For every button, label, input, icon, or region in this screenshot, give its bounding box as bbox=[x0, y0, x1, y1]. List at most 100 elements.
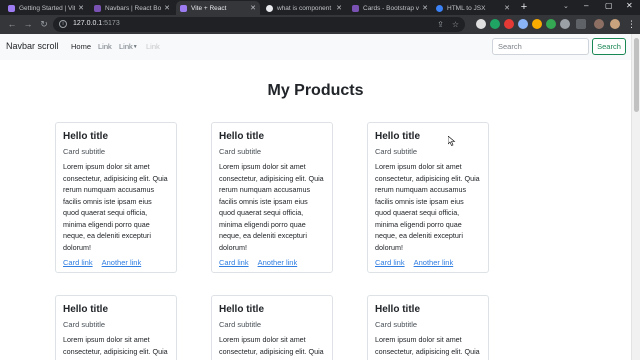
browser-tab[interactable]: Getting Started | Vite ✕ bbox=[4, 1, 88, 15]
tab-title: HTML to JSX bbox=[447, 4, 486, 12]
back-icon[interactable]: ← bbox=[6, 18, 18, 30]
tab-title: what is component in bbox=[277, 4, 334, 12]
extension-icon[interactable] bbox=[518, 19, 528, 29]
extensions-puzzle-icon[interactable] bbox=[560, 19, 570, 29]
card-subtitle: Card subtitle bbox=[219, 147, 262, 156]
browser-tab[interactable]: HTML to JSX ✕ bbox=[432, 1, 514, 15]
another-link[interactable]: Another link bbox=[102, 258, 142, 267]
card-links: Card link Another link bbox=[219, 258, 325, 267]
close-tab-icon[interactable]: ✕ bbox=[250, 4, 256, 12]
forward-icon[interactable]: → bbox=[22, 18, 34, 30]
tab-title: Cards - Bootstrap v5.3 bbox=[363, 4, 419, 12]
card-links: Card link Another link bbox=[63, 258, 169, 267]
card-subtitle: Card subtitle bbox=[63, 320, 106, 329]
site-info-icon[interactable]: i bbox=[59, 20, 67, 28]
browser-tab-active[interactable]: Vite + React ✕ bbox=[176, 1, 260, 15]
card-text: Lorem ipsum dolor sit amet consectetur, … bbox=[63, 162, 168, 252]
nav-link[interactable]: Link bbox=[98, 42, 112, 51]
search-input[interactable] bbox=[492, 38, 589, 55]
browser-tab[interactable]: Navbars | React Bootstr ✕ bbox=[90, 1, 174, 15]
reload-icon[interactable]: ↻ bbox=[38, 18, 50, 30]
tab-title: Navbars | React Bootstr bbox=[105, 4, 162, 12]
mouse-cursor-icon bbox=[448, 136, 456, 146]
card-title: Hello title bbox=[375, 131, 421, 142]
card-subtitle: Card subtitle bbox=[63, 147, 106, 156]
another-link[interactable]: Another link bbox=[258, 258, 298, 267]
card-link[interactable]: Card link bbox=[375, 258, 405, 267]
extension-icon[interactable] bbox=[532, 19, 542, 29]
card-text: Lorem ipsum dolor sit amet consectetur, … bbox=[219, 162, 324, 252]
card-subtitle: Card subtitle bbox=[375, 147, 418, 156]
browser-tab-strip: Getting Started | Vite ✕ Navbars | React… bbox=[0, 0, 640, 15]
minimize-icon[interactable]: – bbox=[584, 1, 588, 10]
url-port: :5173 bbox=[102, 20, 120, 27]
close-tab-icon[interactable]: ✕ bbox=[78, 4, 84, 12]
card-text: Lorem ipsum dolor sit amet consectetur, … bbox=[375, 162, 480, 252]
jsx-favicon-icon bbox=[436, 4, 443, 12]
card-title: Hello title bbox=[63, 304, 109, 315]
card-subtitle: Card subtitle bbox=[375, 320, 418, 329]
product-card: Hello title Card subtitle Lorem ipsum do… bbox=[211, 122, 333, 273]
card-text: Lorem ipsum dolor sit amet consectetur, … bbox=[219, 335, 324, 360]
extension-icon[interactable] bbox=[546, 19, 556, 29]
url-host: 127.0.0.1 bbox=[73, 20, 103, 27]
bootstrap-favicon-icon bbox=[352, 4, 359, 12]
page-title: My Products bbox=[267, 82, 364, 99]
card-text: Lorem ipsum dolor sit amet consectetur, … bbox=[63, 335, 168, 360]
card-link[interactable]: Card link bbox=[219, 258, 249, 267]
share-icon[interactable]: ⇪ bbox=[437, 20, 444, 29]
profile-avatar[interactable] bbox=[610, 19, 620, 29]
vite-favicon-icon bbox=[8, 4, 15, 12]
navbar: Navbar scroll Home Link Link▼ Link Searc… bbox=[0, 34, 631, 60]
browser-menu-icon[interactable]: ⋮ bbox=[627, 19, 636, 30]
page-viewport: Navbar scroll Home Link Link▼ Link Searc… bbox=[0, 34, 640, 360]
card-title: Hello title bbox=[375, 304, 421, 315]
another-link[interactable]: Another link bbox=[414, 258, 454, 267]
search-button[interactable]: Search bbox=[592, 38, 626, 55]
extension-icon[interactable] bbox=[476, 19, 486, 29]
address-bar[interactable]: i 127.0.0.1:5173 ⇪ ☆ bbox=[53, 17, 465, 32]
close-tab-icon[interactable]: ✕ bbox=[504, 4, 510, 12]
card-subtitle: Card subtitle bbox=[219, 320, 262, 329]
browser-toolbar: ← → ↻ i 127.0.0.1:5173 ⇪ ☆ ⋮ bbox=[0, 15, 640, 34]
close-window-icon[interactable]: ✕ bbox=[626, 1, 633, 10]
extension-icon[interactable] bbox=[490, 19, 500, 29]
nav-link-disabled: Link bbox=[146, 42, 160, 51]
product-card: Hello title Card subtitle Lorem ipsum do… bbox=[55, 295, 177, 360]
product-card: Hello title Card subtitle Lorem ipsum do… bbox=[367, 122, 489, 273]
card-text: Lorem ipsum dolor sit amet consectetur, … bbox=[375, 335, 480, 360]
new-tab-button[interactable]: + bbox=[517, 1, 531, 14]
close-tab-icon[interactable]: ✕ bbox=[336, 4, 342, 12]
side-panel-icon[interactable] bbox=[576, 19, 586, 29]
profile-avatar[interactable] bbox=[594, 19, 604, 29]
browser-tab[interactable]: Cards - Bootstrap v5.3 ✕ bbox=[348, 1, 432, 15]
nav-dropdown-link[interactable]: Link▼ bbox=[119, 42, 138, 51]
product-card: Hello title Card subtitle Lorem ipsum do… bbox=[367, 295, 489, 360]
product-card: Hello title Card subtitle Lorem ipsum do… bbox=[55, 122, 177, 273]
close-tab-icon[interactable]: ✕ bbox=[164, 4, 170, 12]
card-link[interactable]: Card link bbox=[63, 258, 93, 267]
omnibox-actions: ⇪ ☆ bbox=[429, 20, 459, 29]
close-tab-icon[interactable]: ✕ bbox=[422, 4, 428, 12]
nav-dropdown-label: Link bbox=[119, 42, 133, 51]
caret-down-icon: ▼ bbox=[132, 44, 138, 51]
url-text[interactable]: 127.0.0.1:5173 bbox=[73, 20, 120, 27]
card-links: Card link Another link bbox=[375, 258, 481, 267]
card-title: Hello title bbox=[63, 131, 109, 142]
maximize-icon[interactable]: ▢ bbox=[605, 1, 613, 10]
tab-search-icon[interactable]: ⌄ bbox=[563, 2, 569, 10]
google-favicon-icon bbox=[266, 4, 273, 12]
vite-favicon-icon bbox=[180, 4, 187, 12]
extension-icon[interactable] bbox=[504, 19, 514, 29]
bookmark-star-icon[interactable]: ☆ bbox=[452, 20, 459, 29]
card-title: Hello title bbox=[219, 131, 265, 142]
navbar-brand[interactable]: Navbar scroll bbox=[6, 41, 59, 51]
tab-title: Vite + React bbox=[191, 4, 227, 12]
card-title: Hello title bbox=[219, 304, 265, 315]
browser-tab[interactable]: what is component in ✕ bbox=[262, 1, 346, 15]
tab-title: Getting Started | Vite bbox=[19, 4, 76, 12]
nav-link-home[interactable]: Home bbox=[71, 42, 91, 51]
bootstrap-favicon-icon bbox=[94, 4, 101, 12]
scrollbar-thumb[interactable] bbox=[634, 38, 639, 112]
page-scrollbar[interactable] bbox=[631, 34, 640, 360]
